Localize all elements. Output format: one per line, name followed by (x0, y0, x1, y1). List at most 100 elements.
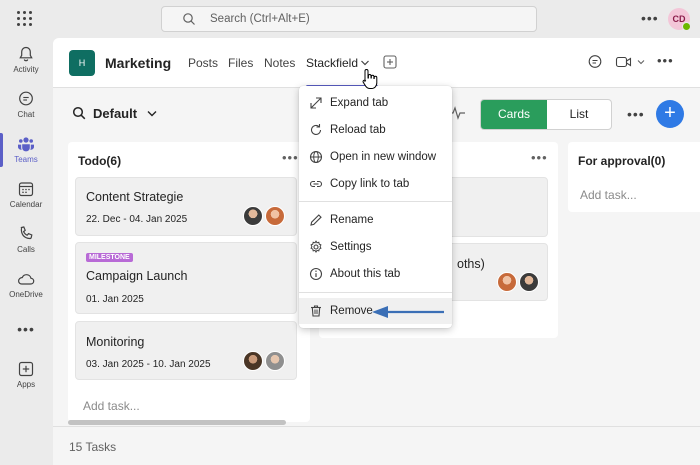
assignee-avatar (243, 206, 263, 226)
rail-item-teams[interactable]: Teams (0, 135, 52, 164)
rail-item-activity[interactable]: Activity (0, 45, 52, 74)
phone-icon (20, 226, 33, 240)
menu-item-label: Remove (330, 305, 373, 317)
cloud-icon (17, 274, 35, 285)
rail-label: Teams (14, 155, 38, 164)
tab-stackfield[interactable]: Stackfield (306, 56, 358, 70)
card-date: 01. Jan 2025 (86, 294, 144, 305)
tab-files[interactable]: Files (228, 56, 253, 70)
calendar-icon (18, 182, 34, 197)
rail-item-chat[interactable]: Chat (0, 90, 52, 119)
footer-divider (53, 426, 700, 427)
rail-item-apps[interactable]: Apps (0, 360, 52, 389)
rail-label: Calls (17, 245, 35, 254)
rail-label: Apps (16, 380, 36, 389)
trash-icon (311, 305, 321, 317)
menu-item-label: Open in new window (330, 151, 437, 163)
task-card[interactable]: Content Strategie 22. Dec - 04. Jan 2025 (75, 177, 297, 236)
column-for-approval: For approval(0) Add task... (568, 142, 700, 212)
channel-name: Marketing (105, 55, 172, 71)
tab-posts[interactable]: Posts (188, 56, 218, 70)
menu-item-expand-tab[interactable]: Expand tab (299, 90, 452, 116)
menu-item-copy-link[interactable]: Copy link to tab (299, 171, 452, 197)
assignee-avatar (519, 272, 539, 292)
rail-label: Chat (17, 110, 35, 119)
add-task-link[interactable]: Add task... (83, 399, 140, 413)
rail-item-onedrive[interactable]: OneDrive (0, 270, 52, 299)
menu-item-label: Copy link to tab (330, 178, 410, 190)
menu-item-label: Expand tab (330, 97, 389, 109)
menu-item-label: Reload tab (330, 124, 386, 136)
teams-icon (18, 137, 34, 152)
add-button[interactable]: + (656, 100, 684, 128)
rail-label: Activity (13, 65, 39, 74)
task-card[interactable]: Monitoring 03. Jan 2025 - 10. Jan 2025 (75, 321, 297, 380)
assignee-avatar (265, 351, 285, 371)
menu-item-about-tab[interactable]: About this tab (299, 261, 452, 287)
task-card[interactable]: MILESTONE Campaign Launch 01. Jan 2025 (75, 242, 297, 314)
channel-more-icon[interactable]: ••• (657, 53, 674, 68)
chevron-down-icon[interactable] (360, 59, 370, 67)
info-icon (309, 267, 323, 281)
column-todo: Todo(6) ••• Content Strategie 22. Dec - … (68, 142, 310, 422)
link-icon (309, 180, 323, 188)
view-selector[interactable]: Default (93, 106, 137, 121)
search-box[interactable]: Search (Ctrl+Alt+E) (161, 6, 537, 32)
column-title: For approval(0) (578, 154, 666, 168)
chat-icon (19, 91, 33, 106)
menu-item-reload-tab[interactable]: Reload tab (299, 117, 452, 143)
expand-icon (310, 97, 322, 109)
bell-icon (19, 46, 33, 62)
tab-context-menu: Expand tab Reload tab Open in new window… (299, 86, 452, 328)
reload-icon (310, 124, 322, 136)
rail-item-calendar[interactable]: Calendar (0, 180, 52, 209)
rail-label: OneDrive (9, 290, 43, 299)
gear-icon (310, 240, 322, 253)
add-apps-icon (18, 361, 34, 377)
menu-item-label: Rename (330, 214, 374, 226)
app-launcher-icon[interactable] (17, 11, 33, 27)
rail-more-icon[interactable]: ••• (0, 321, 52, 337)
conversation-icon[interactable] (587, 54, 603, 70)
list-view-button[interactable]: List (547, 100, 611, 129)
app-rail: Activity Chat Teams Calendar Calls OneDr… (0, 38, 52, 465)
globe-icon (309, 150, 323, 164)
add-task-link[interactable]: Add task... (580, 188, 637, 202)
menu-item-rename[interactable]: Rename (299, 207, 452, 233)
column-more-icon[interactable]: ••• (282, 150, 299, 165)
card-title: Monitoring (86, 335, 145, 349)
card-date: 22. Dec - 04. Jan 2025 (86, 214, 188, 225)
search-icon (183, 13, 195, 25)
video-call-icon[interactable] (615, 54, 633, 70)
assignee-avatar (497, 272, 517, 292)
column-title: Todo(6) (78, 154, 122, 168)
search-icon[interactable] (72, 106, 86, 120)
assignee-avatar (265, 206, 285, 226)
menu-item-label: Settings (330, 241, 372, 253)
annotation-arrow (372, 306, 444, 318)
card-title: Content Strategie (86, 190, 184, 204)
more-options-icon[interactable]: ••• (641, 10, 659, 26)
add-tab-icon[interactable] (383, 55, 397, 69)
menu-separator (299, 201, 452, 202)
board-more-icon[interactable]: ••• (627, 106, 645, 122)
team-badge: H (69, 50, 95, 76)
menu-item-settings[interactable]: Settings (299, 234, 452, 260)
view-toggle: Cards List (480, 99, 612, 130)
cards-view-button[interactable]: Cards (481, 100, 547, 129)
tab-notes[interactable]: Notes (264, 56, 295, 70)
task-count: 15 Tasks (69, 440, 117, 454)
card-date: 03. Jan 2025 - 10. Jan 2025 (86, 359, 211, 370)
column-more-icon[interactable]: ••• (531, 150, 548, 165)
top-bar: Search (Ctrl+Alt+E) ••• CD (0, 0, 700, 38)
hand-cursor-icon (362, 68, 378, 89)
rail-label: Calendar (9, 200, 43, 209)
horizontal-scrollbar[interactable] (68, 420, 286, 425)
menu-item-open-new-window[interactable]: Open in new window (299, 144, 452, 170)
search-placeholder: Search (Ctrl+Alt+E) (210, 13, 310, 25)
milestone-badge: MILESTONE (86, 253, 133, 262)
view-chevron-down-icon[interactable] (147, 110, 157, 117)
rail-item-calls[interactable]: Calls (0, 225, 52, 254)
user-avatar[interactable]: CD (668, 8, 691, 31)
video-chevron-down-icon[interactable] (637, 59, 645, 65)
